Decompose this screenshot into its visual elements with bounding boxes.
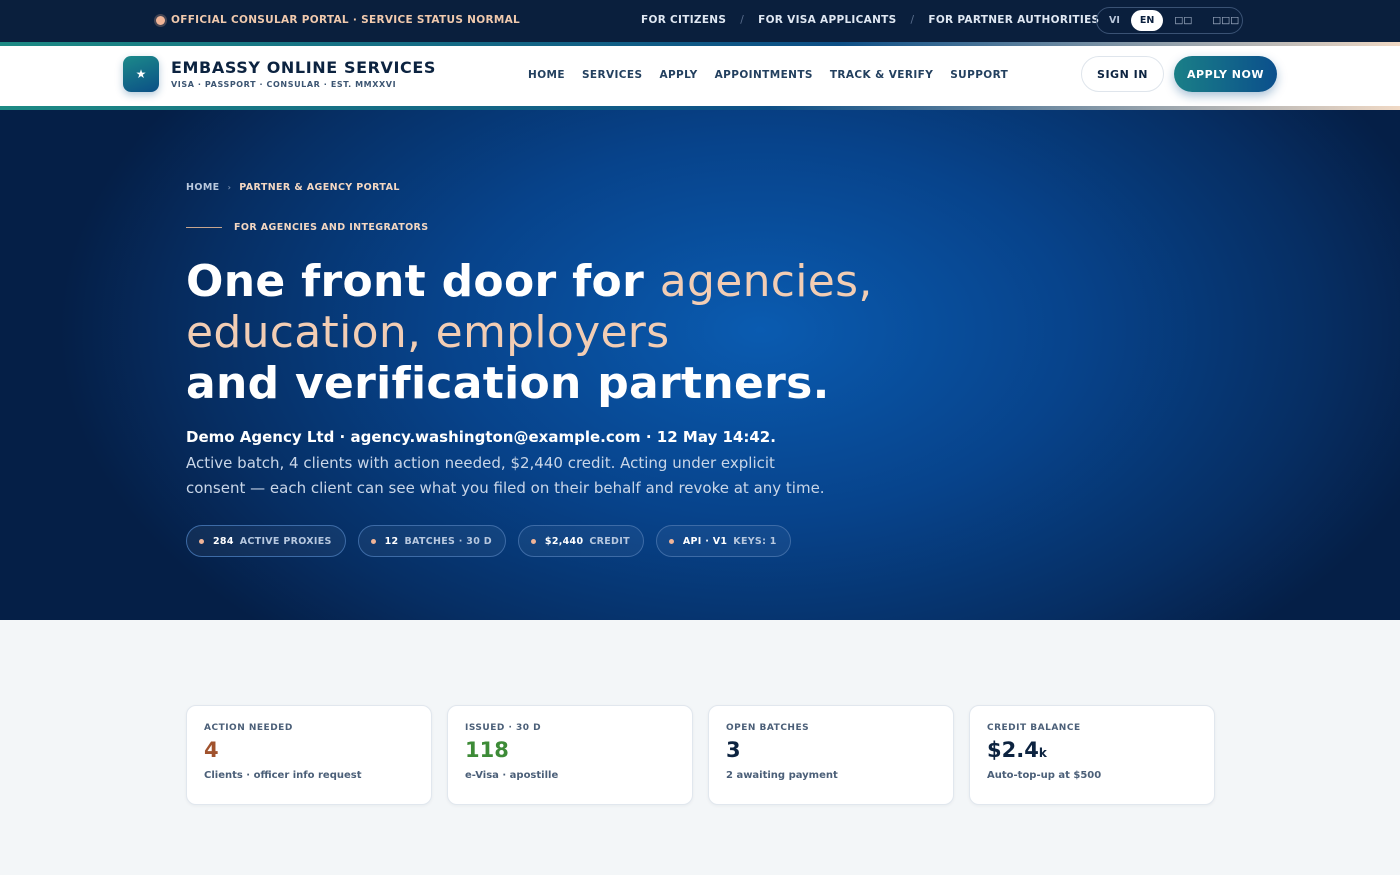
language-switcher: VI EN □□ □□□	[1096, 7, 1243, 34]
eyebrow-rule	[186, 227, 222, 228]
chip-label: CREDIT	[589, 535, 630, 547]
stat-cards: ACTION NEEDED 4 Clients · officer info r…	[186, 705, 1215, 805]
audience-separator: /	[740, 14, 745, 26]
star-icon[interactable]: ★	[123, 56, 159, 92]
stat-unit: k	[1038, 746, 1047, 760]
brand-title[interactable]: EMBASSY ONLINE SERVICES	[171, 58, 436, 77]
hero-section: HOME › PARTNER & AGENCY PORTAL FOR AGENC…	[0, 110, 1400, 620]
chip-label: BATCHES · 30 D	[404, 535, 492, 547]
breadcrumb-home[interactable]: HOME	[186, 182, 220, 193]
nav-item-appointments[interactable]: APPOINTMENTS	[715, 69, 813, 81]
chip-batches[interactable]: 12 BATCHES · 30 D	[357, 525, 506, 557]
stat-subtext: Clients · officer info request	[204, 770, 362, 781]
utility-bar: OFFICIAL CONSULAR PORTAL · SERVICE STATU…	[0, 0, 1400, 42]
brand-subtitle: VISA · PASSPORT · CONSULAR · EST. MMXXVI	[171, 80, 397, 89]
chip-value: 12	[384, 535, 399, 547]
stat-number: 4	[204, 738, 219, 762]
stat-label: ACTION NEEDED	[204, 723, 293, 733]
stat-card-action-needed[interactable]: ACTION NEEDED 4 Clients · officer info r…	[186, 705, 432, 805]
nav-item-track-verify[interactable]: TRACK & VERIFY	[830, 69, 933, 81]
chip-label: KEYS: 1	[733, 535, 777, 547]
stat-number: 118	[465, 738, 509, 762]
nav-item-services[interactable]: SERVICES	[582, 69, 643, 81]
breadcrumb: HOME › PARTNER & AGENCY PORTAL	[186, 182, 400, 193]
stat-value: 3	[726, 738, 936, 766]
stat-card-open-batches[interactable]: OPEN BATCHES 3 2 awaiting payment	[708, 705, 954, 805]
headline-part2: and verification partners.	[186, 358, 830, 409]
stat-number: $2.4	[987, 738, 1039, 762]
stat-subtext: e-Visa · apostille	[465, 770, 559, 781]
nav-item-apply[interactable]: APPLY	[659, 69, 697, 81]
eyebrow-text: FOR AGENCIES AND INTEGRATORS	[234, 222, 429, 233]
apply-now-button[interactable]: APPLY NOW	[1174, 56, 1277, 92]
stat-subtext: Auto-top-up at $500	[987, 770, 1102, 781]
headline-accent2: education, employers	[186, 307, 670, 358]
bullet-icon	[530, 538, 536, 544]
hero-chips: 284 ACTIVE PROXIES 12 BATCHES · 30 D $2,…	[186, 525, 791, 557]
nav-item-support[interactable]: SUPPORT	[950, 69, 1008, 81]
audience-separator: /	[910, 14, 915, 26]
hero-lead-text: Active batch, 4 clients with action need…	[186, 453, 825, 498]
agency-identity: Demo Agency Ltd · agency.washington@exam…	[186, 428, 776, 446]
status-dot-icon	[156, 15, 165, 25]
language-option-4[interactable]: □□□	[1203, 10, 1248, 31]
page-title: One front door for agencies, education, …	[186, 256, 946, 409]
site-header: ★ EMBASSY ONLINE SERVICES VISA · PASSPOR…	[0, 46, 1400, 106]
stat-value: 118	[465, 738, 675, 766]
chip-api[interactable]: API · V1 KEYS: 1	[655, 525, 791, 557]
audience-citizens-link[interactable]: FOR CITIZENS	[641, 14, 726, 26]
service-status: OFFICIAL CONSULAR PORTAL · SERVICE STATU…	[156, 14, 520, 26]
language-option-en[interactable]: EN	[1130, 10, 1164, 31]
breadcrumb-current: PARTNER & AGENCY PORTAL	[239, 182, 400, 193]
stat-subtext: 2 awaiting payment	[726, 770, 838, 781]
chip-active-proxies[interactable]: 284 ACTIVE PROXIES	[186, 525, 346, 557]
language-option-vi[interactable]: VI	[1100, 10, 1129, 31]
stat-label: ISSUED · 30 D	[465, 723, 542, 733]
main-nav: HOME SERVICES APPLY APPOINTMENTS TRACK &…	[528, 69, 1008, 81]
stat-number: 3	[726, 738, 741, 762]
chip-value: 284	[213, 535, 234, 547]
bullet-icon	[199, 538, 204, 544]
chevron-right-icon: ›	[227, 183, 232, 192]
chip-label: ACTIVE PROXIES	[239, 535, 332, 547]
language-option-3[interactable]: □□	[1165, 10, 1201, 31]
bullet-icon	[668, 538, 674, 544]
chip-value: API · V1	[682, 535, 728, 547]
stat-value: $2.4k	[987, 738, 1197, 766]
bullet-icon	[370, 538, 376, 544]
chip-credit[interactable]: $2,440 CREDIT	[517, 525, 644, 557]
headline-accent1: agencies,	[659, 256, 873, 307]
sign-in-button[interactable]: SIGN IN	[1081, 56, 1164, 92]
headline-part1: One front door for	[186, 256, 660, 307]
service-status-text: OFFICIAL CONSULAR PORTAL · SERVICE STATU…	[171, 14, 521, 26]
stat-label: OPEN BATCHES	[726, 723, 810, 733]
stat-value: 4	[204, 738, 414, 766]
audience-partner-authorities-link[interactable]: FOR PARTNER AUTHORITIES	[928, 14, 1099, 26]
hero-eyebrow: FOR AGENCIES AND INTEGRATORS	[186, 222, 429, 233]
stat-card-credit-balance[interactable]: CREDIT BALANCE $2.4k Auto-top-up at $500	[969, 705, 1215, 805]
nav-item-home[interactable]: HOME	[528, 69, 565, 81]
chip-value: $2,440	[544, 535, 584, 547]
stat-label: CREDIT BALANCE	[987, 723, 1081, 733]
audience-visa-applicants-link[interactable]: FOR VISA APPLICANTS	[758, 14, 896, 26]
stat-card-issued[interactable]: ISSUED · 30 D 118 e-Visa · apostille	[447, 705, 693, 805]
hero-lead: Demo Agency Ltd · agency.washington@exam…	[186, 425, 826, 502]
audience-nav: FOR CITIZENS / FOR VISA APPLICANTS / FOR…	[641, 14, 1099, 26]
